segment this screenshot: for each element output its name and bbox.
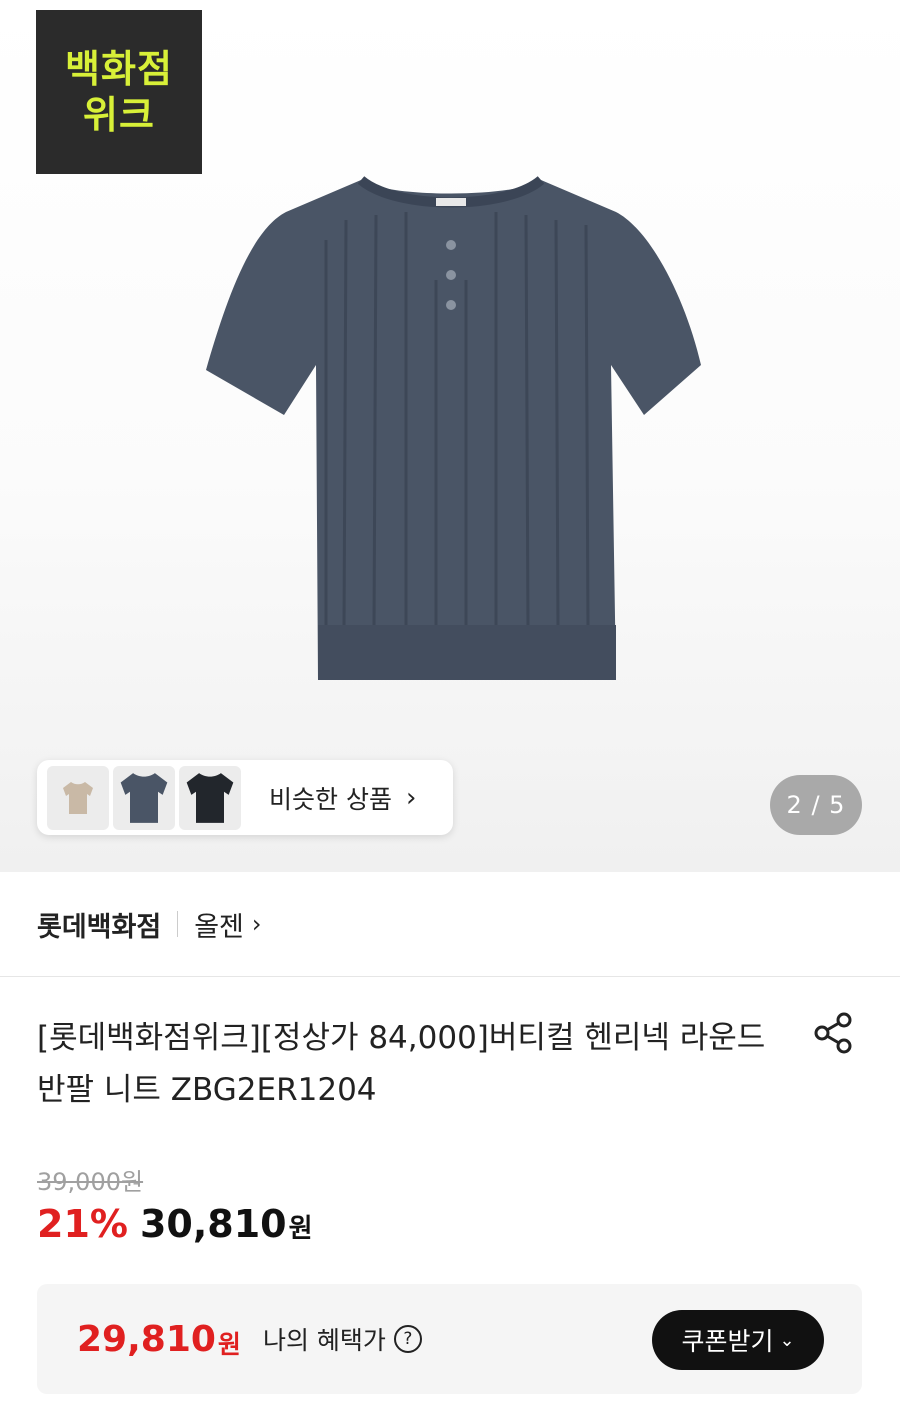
similar-products-card[interactable]: 비슷한 상품 › bbox=[37, 760, 453, 835]
store-breadcrumb: 롯데백화점 올젠 › bbox=[37, 900, 262, 948]
breadcrumb-divider bbox=[177, 911, 179, 937]
chevron-right-icon: › bbox=[251, 910, 262, 938]
department-week-badge: 백화점 위크 bbox=[36, 10, 202, 174]
benefit-price-currency: 원 bbox=[217, 1330, 241, 1359]
sale-price: 30,810 bbox=[139, 1202, 287, 1246]
question-icon[interactable]: ? bbox=[393, 1325, 422, 1353]
brand-name: 올젠 bbox=[194, 911, 244, 943]
similar-thumb-beige[interactable] bbox=[47, 765, 109, 830]
similar-thumb-navy[interactable] bbox=[113, 765, 175, 830]
image-counter: 2 / 5 bbox=[770, 775, 862, 835]
similar-thumb-black[interactable] bbox=[179, 765, 241, 830]
section-divider bbox=[0, 976, 900, 977]
discount-rate: 21% bbox=[37, 1202, 128, 1246]
chevron-down-icon: ⌄ bbox=[779, 1329, 795, 1351]
price-row: 21% 30,810 원 bbox=[37, 1202, 313, 1246]
my-benefit-price-box: 29,810 원 나의 혜택가 ? 쿠폰받기 ⌄ bbox=[37, 1284, 862, 1394]
share-icon[interactable] bbox=[808, 1007, 860, 1059]
store-name[interactable]: 롯데백화점 bbox=[37, 905, 161, 944]
product-title: [롯데백화점위크][정상가 84,000]버티컬 헨리넥 라운드 반팔 니트 Z… bbox=[37, 1020, 766, 1108]
original-price: 39,000원 bbox=[37, 1168, 144, 1196]
brand-link[interactable]: 올젠 › bbox=[194, 905, 261, 944]
similar-products-label: 비슷한 상품 bbox=[269, 784, 392, 814]
chevron-right-icon: › bbox=[405, 782, 417, 813]
sale-price-currency: 원 bbox=[288, 1214, 313, 1244]
benefit-label: 나의 혜택가 bbox=[262, 1326, 386, 1355]
product-gallery[interactable]: 백화점 위크 비슷한 상품 › 2 / 5 bbox=[0, 0, 900, 872]
coupon-button-label: 쿠폰받기 bbox=[681, 1327, 774, 1356]
badge-line-2: 위크 bbox=[83, 93, 155, 137]
badge-line-1: 백화점 bbox=[65, 47, 173, 91]
product-image bbox=[206, 175, 701, 680]
get-coupon-button[interactable]: 쿠폰받기 ⌄ bbox=[652, 1310, 824, 1370]
benefit-price: 29,810 bbox=[77, 1318, 216, 1360]
